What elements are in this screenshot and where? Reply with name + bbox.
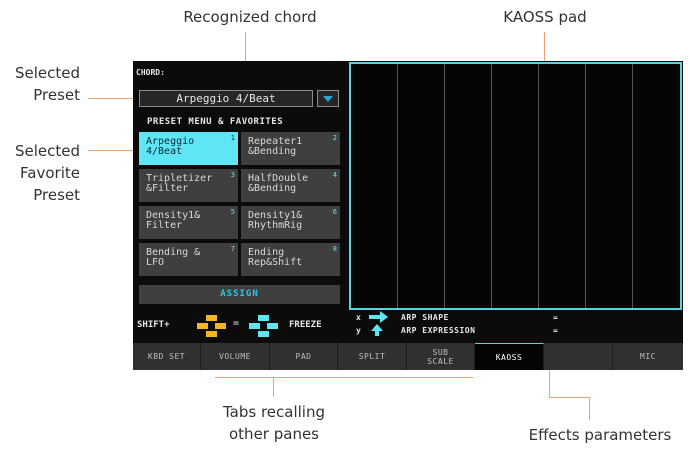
- favorite-number: 3: [230, 171, 235, 179]
- callout-line-tabs: [215, 377, 473, 378]
- callout-selected-favorite: Selected Favorite Preset: [0, 140, 80, 206]
- shift-freeze-row: SHIFT+ = FREEZE: [133, 311, 347, 341]
- tab-kbd-set[interactable]: KBD SET: [133, 343, 201, 370]
- preset-menu-title: PRESET MENU & FAVORITES: [147, 117, 284, 127]
- kaoss-screen: CHORD: Arpeggio 4/Beat PRESET MENU & FAV…: [133, 61, 683, 370]
- param-value-x: =: [553, 313, 558, 322]
- shape-arrow-cyan-icon: [249, 315, 278, 337]
- favorite-label-line2: RhythmRig: [248, 220, 303, 231]
- param-value-y: =: [553, 326, 558, 335]
- tab-pad[interactable]: PAD: [270, 343, 338, 370]
- favorite-8[interactable]: 8 Ending Rep&Shift: [241, 243, 340, 276]
- tab-bar: KBD SET VOLUME PAD SPLIT SUB SCALE KAOSS…: [133, 343, 683, 370]
- pad-grid-line: [491, 64, 492, 308]
- callout-text: Tabs recalling: [222, 403, 325, 421]
- callout-line-effects-stem: [589, 397, 590, 420]
- axis-label-x: x: [356, 313, 361, 322]
- callout-text: Favorite: [20, 164, 80, 182]
- callout-tabs: Tabs recalling other panes: [190, 401, 358, 445]
- favorite-label-line2: &Bending: [248, 183, 297, 194]
- freeze-label: FREEZE: [289, 320, 322, 330]
- favorite-label-line2: &Filter: [146, 183, 189, 194]
- callout-recognized-chord: Recognized chord: [183, 8, 317, 26]
- tab-volume[interactable]: VOLUME: [201, 343, 270, 370]
- favorite-number: 8: [332, 245, 337, 253]
- callout-text: Preset: [33, 186, 80, 204]
- favorite-6[interactable]: 6 Density1& RhythmRig: [241, 206, 340, 239]
- tab-empty[interactable]: [544, 343, 613, 370]
- tab-label-line2: SCALE: [427, 357, 454, 366]
- tab-split[interactable]: SPLIT: [338, 343, 407, 370]
- param-name-y: ARP EXPRESSION: [401, 326, 476, 335]
- arrow-up-icon: [371, 324, 383, 336]
- tab-mic[interactable]: MIC: [613, 343, 683, 370]
- callout-text: Preset: [33, 86, 80, 104]
- favorite-number: 5: [230, 208, 235, 216]
- callout-line-tabs-stem: [273, 377, 274, 397]
- favorite-number: 7: [230, 245, 235, 253]
- tab-sub-scale[interactable]: SUB SCALE: [407, 343, 475, 370]
- pad-grid-line: [538, 64, 539, 308]
- callout-line-preset: [88, 98, 139, 99]
- preset-select[interactable]: Arpeggio 4/Beat: [139, 90, 313, 107]
- favorite-label-line2: Rep&Shift: [248, 257, 303, 268]
- callout-text: other panes: [229, 425, 319, 443]
- pad-grid-line: [632, 64, 633, 308]
- param-name-x: ARP SHAPE: [401, 313, 449, 322]
- favorite-5[interactable]: 5 Density1& Filter: [139, 206, 238, 239]
- favorite-label-line2: LFO: [146, 257, 165, 268]
- param-row-y: y ARP EXPRESSION =: [349, 324, 683, 338]
- favorite-number: 4: [332, 171, 337, 179]
- chord-label: CHORD:: [136, 68, 165, 77]
- arrow-right-icon: [369, 311, 388, 323]
- tab-label-line1: SUB: [432, 348, 449, 357]
- favorite-1[interactable]: 1 Arpeggio 4/Beat: [139, 132, 238, 165]
- preset-dropdown-button[interactable]: [317, 90, 339, 107]
- tab-kaoss[interactable]: KAOSS: [475, 343, 544, 370]
- callout-text: Selected: [14, 64, 80, 82]
- axis-label-y: y: [356, 326, 361, 335]
- callout-effects-parameters: Effects parameters: [528, 426, 672, 444]
- callout-line-chord: [245, 32, 246, 62]
- favorite-2[interactable]: 2 Repeater1 &Bending: [241, 132, 340, 165]
- kaoss-pad[interactable]: [349, 62, 682, 310]
- favorite-4[interactable]: 4 HalfDouble &Bending: [241, 169, 340, 202]
- favorite-label-line2: Filter: [146, 220, 183, 231]
- favorite-7[interactable]: 7 Bending & LFO: [139, 243, 238, 276]
- pad-grid-line: [397, 64, 398, 308]
- callout-selected-preset: Selected Preset: [0, 62, 80, 106]
- favorite-number: 2: [332, 134, 337, 142]
- equals-sign: =: [233, 318, 240, 329]
- shape-arrow-yellow-icon: [197, 315, 226, 337]
- favorite-number: 1: [230, 134, 235, 142]
- favorite-label-line2: &Bending: [248, 146, 297, 157]
- assign-button[interactable]: ASSIGN: [139, 285, 340, 304]
- favorite-number: 6: [332, 208, 337, 216]
- callout-line-favorite: [88, 150, 139, 151]
- callout-text: Selected: [14, 142, 80, 160]
- favorite-label-line2: 4/Beat: [146, 146, 183, 157]
- param-row-x: x ARP SHAPE =: [349, 311, 683, 325]
- chevron-down-icon: [323, 96, 333, 102]
- pad-grid-line: [585, 64, 586, 308]
- callout-kaoss-pad: KAOSS pad: [503, 8, 587, 26]
- favorite-3[interactable]: 3 Tripletizer &Filter: [139, 169, 238, 202]
- callout-line-effects-h: [549, 397, 590, 398]
- pad-grid-line: [444, 64, 445, 308]
- shift-label: SHIFT+: [137, 320, 170, 330]
